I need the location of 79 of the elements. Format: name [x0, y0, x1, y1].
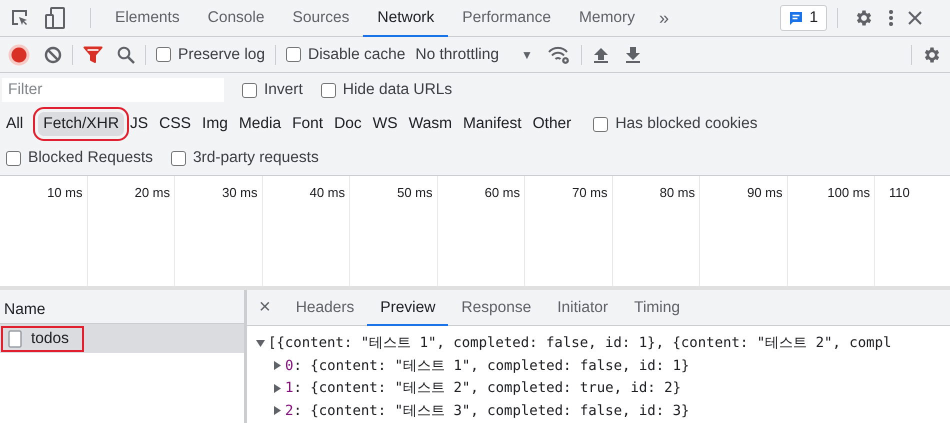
type-filter[interactable]: Wasm — [404, 112, 457, 136]
request-row[interactable]: todos — [0, 324, 244, 353]
checkbox-label: Hide data URLs — [342, 81, 452, 99]
clear-icon[interactable] — [44, 46, 62, 64]
time-tick: 20 ms — [134, 185, 170, 200]
type-filter[interactable]: Other — [528, 112, 576, 136]
detail-tab[interactable]: Response — [448, 290, 544, 326]
settings-icon[interactable] — [922, 44, 942, 64]
inspect-icon[interactable] — [10, 8, 30, 28]
panel-tab[interactable]: Memory — [564, 0, 649, 36]
checkbox-label: Has blocked cookies — [615, 115, 758, 133]
checkbox-label: Preserve log — [178, 46, 266, 64]
more-tabs[interactable]: » — [658, 8, 669, 28]
checkbox[interactable] — [593, 116, 608, 132]
json-entry: 1: {content: "테스트 2", completed: true, id: 2} — [285, 379, 682, 398]
document-icon — [8, 330, 22, 348]
more-options-icon[interactable] — [888, 9, 894, 27]
time-tick: 100 ms — [827, 185, 870, 200]
close-icon[interactable] — [908, 11, 922, 25]
time-tick: 110 — [889, 185, 910, 200]
device-icon[interactable] — [44, 7, 66, 29]
throttling-dropdown[interactable]: No throttling ▼ — [415, 46, 533, 64]
json-summary: [{content: "테스트 1", completed: false, id: 1}, {content: "테스트 2", compl — [268, 334, 892, 352]
type-filter[interactable]: Font — [287, 112, 328, 136]
expand-toggle[interactable] — [256, 338, 265, 348]
expand-toggle[interactable] — [273, 361, 282, 370]
type-filter[interactable]: Img — [197, 112, 233, 136]
type-filter[interactable]: JS — [125, 112, 154, 136]
checkbox-label: Invert — [264, 81, 303, 99]
type-filter[interactable]: Media — [234, 112, 286, 136]
json-entry: 2: {content: "테스트 3", completed: false, id: 3} — [285, 402, 690, 420]
close-icon[interactable]: × — [247, 296, 283, 319]
time-tick: 10 ms — [47, 185, 82, 200]
type-filter[interactable]: Manifest — [458, 112, 527, 136]
type-filter[interactable]: All — [6, 112, 28, 136]
type-filter[interactable]: CSS — [154, 112, 196, 136]
checkbox-label: 3rd-party requests — [192, 149, 319, 167]
expand-toggle[interactable] — [273, 406, 282, 416]
detail-tab[interactable]: Timing — [621, 290, 693, 326]
time-tick: 80 ms — [660, 185, 695, 200]
checkbox[interactable] — [6, 150, 21, 166]
time-tick: 70 ms — [572, 185, 608, 200]
issues-count: 1 — [809, 9, 818, 27]
time-tick: 60 ms — [484, 185, 520, 200]
time-tick: 30 ms — [222, 185, 258, 200]
column-header: Name — [4, 301, 46, 319]
checkbox-label: Blocked Requests — [28, 149, 153, 167]
filter-icon[interactable] — [83, 46, 103, 64]
time-tick: 40 ms — [310, 185, 345, 200]
checkbox[interactable] — [320, 82, 336, 98]
expand-toggle[interactable] — [273, 384, 282, 393]
wifi-gear-icon[interactable] — [546, 44, 571, 64]
download-icon[interactable] — [624, 46, 642, 64]
time-tick: 50 ms — [397, 185, 432, 200]
detail-tab[interactable]: Preview — [367, 290, 448, 326]
message-icon — [789, 10, 804, 26]
checkbox[interactable] — [242, 82, 257, 98]
request-name: todos — [31, 330, 69, 348]
json-entry: 0: {content: "테스트 1", completed: false, id: 1} — [285, 356, 690, 375]
detail-tab[interactable]: Initiator — [544, 290, 622, 326]
panel-tab[interactable]: Sources — [278, 0, 364, 36]
type-filter[interactable]: Doc — [329, 112, 367, 136]
search-icon[interactable] — [117, 46, 135, 64]
detail-tab[interactable]: Headers — [282, 290, 368, 326]
type-filter[interactable]: Fetch/XHR — [38, 112, 124, 136]
checkbox[interactable] — [156, 47, 171, 62]
panel-tab[interactable]: Elements — [101, 0, 194, 36]
panel-tab[interactable]: Console — [194, 0, 278, 36]
filter-field[interactable]: Filter — [2, 78, 224, 102]
checkbox[interactable] — [286, 47, 302, 62]
record-button[interactable] — [8, 44, 30, 66]
upload-icon[interactable] — [592, 46, 610, 64]
issues-button[interactable]: 1 — [780, 5, 827, 31]
type-filter[interactable]: WS — [368, 112, 403, 136]
panel-tab[interactable]: Performance — [448, 0, 565, 36]
time-tick: 90 ms — [747, 185, 782, 200]
checkbox-label: Disable cache — [308, 46, 406, 64]
checkbox[interactable] — [170, 150, 186, 166]
settings-icon[interactable] — [854, 8, 874, 28]
